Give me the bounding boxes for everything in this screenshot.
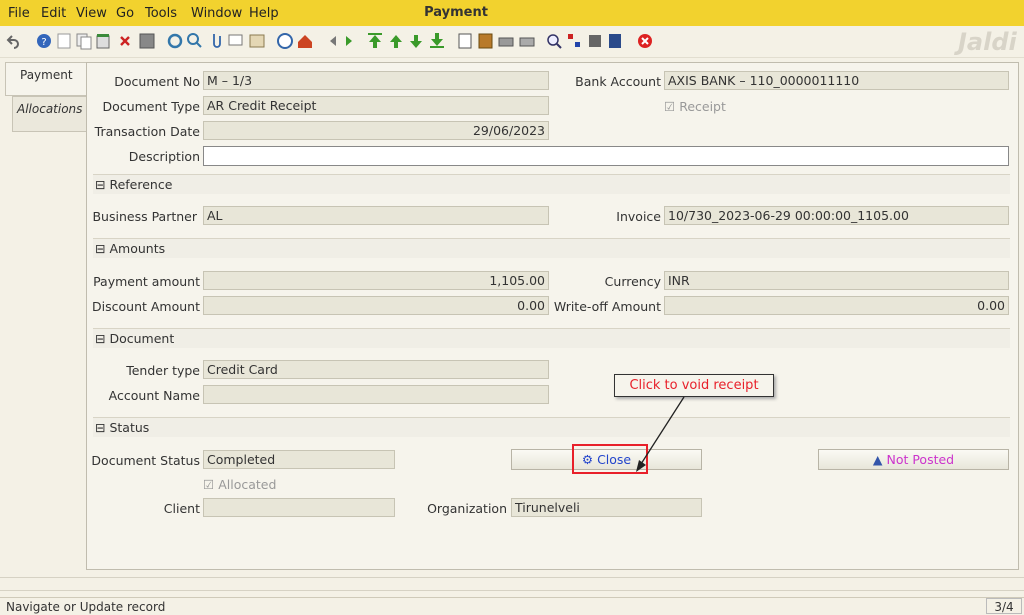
document-status-label: Document Status [91,453,200,468]
menu-bar: File Edit View Go Tools Window Help Paym… [0,0,1024,26]
watermark-logo: Jaldi [958,28,1017,56]
collapse-icon: ⊟ [95,331,106,346]
payment-amount-label: Payment amount [93,274,200,289]
product-info-icon[interactable] [589,35,601,47]
print-preview-icon[interactable] [519,37,535,47]
toolbar-icons: ? [6,33,652,50]
next-record-icon[interactable] [410,35,422,48]
request-icon[interactable] [609,34,621,48]
organization-label: Organization [427,501,507,516]
tab-payment[interactable]: Payment [5,62,87,96]
checkbox-icon: ☑ [203,477,215,492]
business-partner-field[interactable]: AL [203,206,549,225]
horizontal-scroll-area [0,577,1024,591]
account-name-field[interactable] [203,385,549,404]
tab-allocations-label: Allocations [17,102,83,116]
writeoff-amount-label: Write-off Amount [553,299,661,314]
allocated-label: Allocated [218,477,277,492]
transaction-date-field[interactable]: 29/06/2023 [203,121,549,140]
currency-field[interactable]: INR [664,271,1009,290]
document-type-field[interactable]: AR Credit Receipt [203,96,549,115]
tender-type-field[interactable]: Credit Card [203,360,549,379]
document-no-field[interactable]: M – 1/3 [203,71,549,90]
description-label: Description [128,149,200,164]
delete-record-icon[interactable] [96,34,110,49]
collapse-icon: ⊟ [95,177,106,192]
writeoff-amount-field[interactable]: 0.00 [664,296,1009,315]
section-reference-label: Reference [109,177,173,192]
undo-icon[interactable] [6,35,19,49]
tender-type-label: Tender type [126,363,200,378]
section-reference[interactable]: ⊟ Reference [93,174,1010,194]
previous-record-icon[interactable] [390,35,402,48]
receipt-label: Receipt [679,99,726,114]
refresh-icon[interactable] [167,33,183,49]
section-status[interactable]: ⊟ Status [93,417,1010,437]
not-posted-button[interactable]: ▲ Not Posted [818,449,1009,470]
account-name-label: Account Name [108,388,200,403]
exit-icon[interactable] [638,34,652,48]
print-icon[interactable] [498,37,514,47]
checkbox-icon: ☑ [664,99,676,114]
copy-icon[interactable] [76,33,92,50]
chat-icon[interactable] [228,34,243,46]
document-type-label: Document Type [102,99,200,114]
record-counter[interactable]: 3/4 [986,598,1022,614]
payment-amount-field[interactable]: 1,105.00 [203,271,549,290]
save-icon[interactable] [139,33,155,49]
new-icon[interactable] [57,33,71,49]
zoom-across-icon[interactable] [547,34,562,49]
client-field[interactable] [203,498,395,517]
bank-account-label: Bank Account [575,74,661,89]
archive-icon[interactable] [478,33,493,49]
section-document[interactable]: ⊟ Document [93,328,1010,348]
annotation-callout: Click to void receipt [614,374,774,397]
first-record-icon[interactable] [368,33,382,48]
document-status-field[interactable]: Completed [203,450,395,469]
section-amounts-label: Amounts [109,241,166,256]
bank-account-field[interactable]: AXIS BANK – 110_0000011110 [664,71,1009,90]
chart-icon: ▲ [872,452,883,467]
invoice-label: Invoice [616,209,661,224]
collapse-icon: ⊟ [95,420,106,435]
section-document-label: Document [109,331,175,346]
help-icon[interactable]: ? [37,34,51,48]
svg-text:?: ? [41,37,46,48]
attachment-icon[interactable] [213,34,221,48]
status-message: Navigate or Update record [6,600,166,614]
delete-icon[interactable] [120,36,130,46]
receipt-checkbox[interactable]: ☑ Receipt [664,99,726,114]
tab-allocations[interactable]: Allocations [12,96,87,132]
collapse-icon: ⊟ [95,241,106,256]
home-icon[interactable] [298,35,312,48]
currency-label: Currency [604,274,661,289]
history-icon[interactable] [277,33,293,49]
business-partner-label: Business Partner [92,209,197,224]
description-input[interactable] [203,146,1009,166]
transaction-date-label: Transaction Date [94,124,200,139]
forward-icon[interactable] [346,36,352,46]
grid-toggle-icon[interactable] [249,34,265,48]
discount-amount-field[interactable]: 0.00 [203,296,549,315]
not-posted-label: Not Posted [886,452,955,467]
back-icon[interactable] [330,36,336,46]
status-bar: Navigate or Update record 3/4 [0,597,1024,615]
client-label: Client [163,501,200,516]
section-status-label: Status [109,420,150,435]
find-icon[interactable] [187,33,202,48]
section-amounts[interactable]: ⊟ Amounts [93,238,1010,258]
window-title: Payment [424,5,488,20]
invoice-field[interactable]: 10/730_2023-06-29 00:00:00_1105.00 [664,206,1009,225]
document-no-label: Document No [114,74,200,89]
last-record-icon[interactable] [430,33,444,48]
tab-payment-label: Payment [20,68,73,82]
close-button-highlight [572,444,648,474]
allocated-checkbox[interactable]: ☑ Allocated [203,477,276,492]
report-icon[interactable] [458,33,472,49]
discount-amount-label: Discount Amount [92,299,200,314]
organization-field[interactable]: Tirunelveli [511,498,702,517]
workflow-icon[interactable] [568,34,580,47]
